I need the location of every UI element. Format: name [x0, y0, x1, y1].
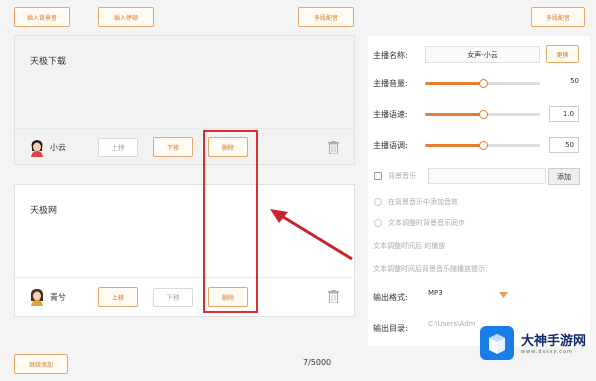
- char-count: 7/5000: [303, 358, 332, 367]
- insert-pause-button[interactable]: 插入停顿: [98, 7, 154, 27]
- speaker-avatar-icon: [30, 289, 44, 306]
- option-label-4: 文本调整时间后背景音乐随播放提示: [373, 265, 485, 273]
- chevron-down-icon[interactable]: [499, 292, 508, 298]
- multi-dub-button[interactable]: 多段配音: [298, 7, 354, 27]
- watermark-title: 大神手游网: [521, 334, 587, 349]
- move-up-button[interactable]: 上移: [98, 287, 138, 307]
- move-down-button[interactable]: 下移: [153, 137, 193, 157]
- bg-music-label: 背景音乐: [388, 172, 416, 180]
- dir-field[interactable]: C:\Users\Adm: [428, 320, 488, 328]
- speed-input[interactable]: 1.0: [549, 106, 579, 122]
- change-anchor-button[interactable]: 更换: [546, 45, 579, 63]
- move-up-button[interactable]: 上移: [98, 138, 138, 157]
- add-more-button[interactable]: 继续添加: [14, 354, 68, 374]
- multi-dub-right-button[interactable]: 多段配音: [531, 7, 585, 27]
- bg-music-checkbox[interactable]: [374, 172, 382, 180]
- highlight-box: [203, 130, 258, 313]
- pitch-input[interactable]: 50: [549, 137, 579, 153]
- card-divider: [15, 277, 354, 278]
- pitch-slider[interactable]: [425, 141, 540, 150]
- card-text[interactable]: 天极下载: [30, 54, 66, 67]
- volume-slider[interactable]: [425, 79, 540, 88]
- dir-label: 输出目录:: [373, 324, 408, 333]
- bg-music-field[interactable]: [428, 168, 546, 184]
- speaker-name: 小云: [50, 143, 66, 152]
- option-label-3: 文本调整时间后 的播放: [373, 242, 446, 250]
- anchor-name-field[interactable]: 女声-小云: [425, 46, 540, 63]
- trash-icon[interactable]: [328, 141, 339, 154]
- format-label: 输出格式:: [373, 293, 408, 302]
- pitch-label: 主播语调:: [373, 141, 408, 150]
- trash-icon[interactable]: [328, 290, 339, 303]
- volume-label: 主播音量:: [373, 79, 408, 88]
- option-label-1: 在背景音乐中添加音效: [388, 198, 458, 206]
- anchor-label: 主播名称:: [373, 51, 408, 60]
- card-divider: [15, 128, 354, 129]
- option-label-2: 文本调整时背景音乐同步: [388, 219, 465, 227]
- format-select[interactable]: MP3: [428, 289, 443, 297]
- logo-icon: [480, 326, 514, 360]
- settings-panel: 主播名称: 女声-小云 更换 主播音量: 50 主播语速: 1.0 主播语调: …: [368, 36, 590, 346]
- card-text[interactable]: 天极网: [30, 203, 57, 216]
- speaker-avatar-icon: [31, 140, 43, 157]
- option-checkbox-2[interactable]: [374, 219, 382, 227]
- option-checkbox-1[interactable]: [374, 198, 382, 206]
- volume-value[interactable]: 50: [553, 77, 579, 85]
- speed-label: 主播语速:: [373, 110, 408, 119]
- speaker-name: 青兮: [50, 293, 66, 302]
- watermark-url: www.dsssy.com: [521, 349, 573, 355]
- arrow-annotation-icon: [270, 209, 353, 261]
- insert-bg-sound-button[interactable]: 插入背景音: [14, 7, 70, 27]
- bg-add-button[interactable]: 添加: [548, 168, 580, 185]
- move-down-button[interactable]: 下移: [153, 288, 193, 307]
- speed-slider[interactable]: [425, 110, 540, 119]
